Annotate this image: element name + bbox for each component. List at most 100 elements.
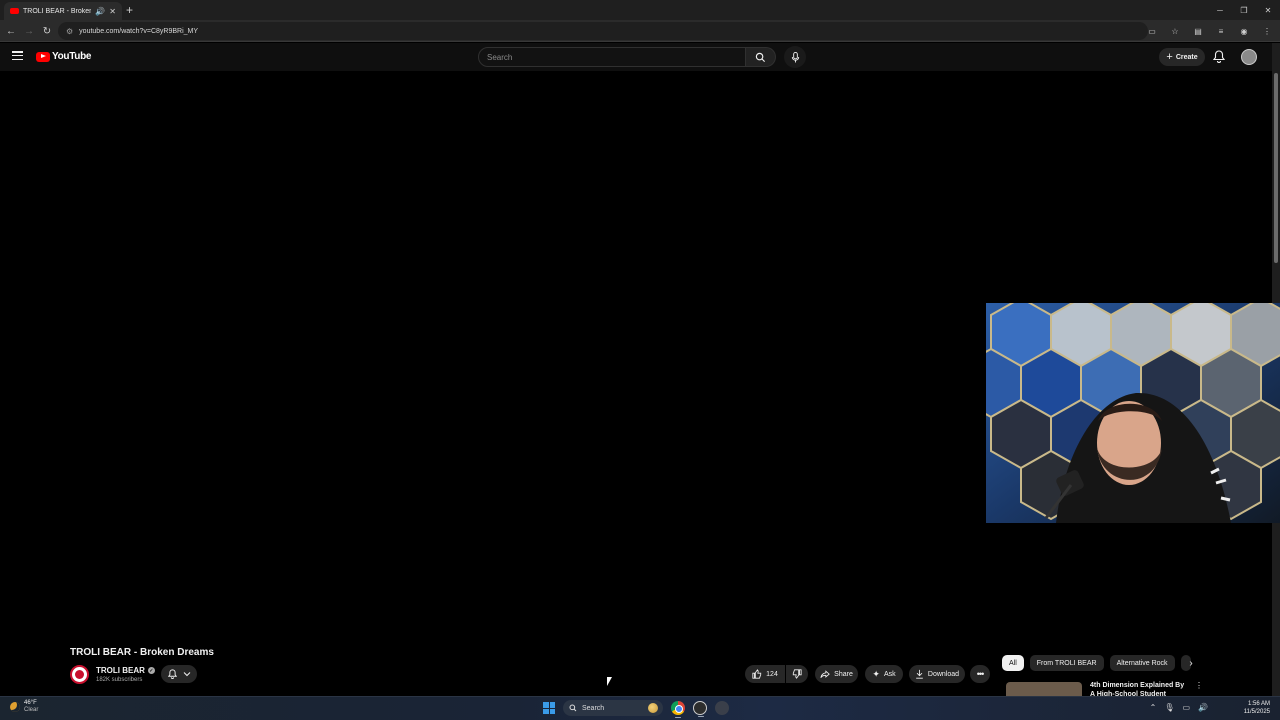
search-icon xyxy=(755,52,766,62)
sparkle-icon: ✦ xyxy=(872,668,880,679)
video-title: TROLI BEAR - Broken Dreams xyxy=(70,647,214,658)
recommendation-thumbnail[interactable] xyxy=(1006,682,1082,696)
tab-search-icon[interactable]: ≡ xyxy=(1214,24,1228,38)
windows-taskbar: 46°F Clear Search ⌃ 🎙 ▭ 🔊 1:56 AM 11/5/2… xyxy=(0,696,1280,720)
chevron-down-icon xyxy=(183,672,190,677)
ask-label: Ask xyxy=(883,670,896,678)
webcam-image xyxy=(986,303,1280,523)
close-tab-icon[interactable]: ✕ xyxy=(109,7,116,16)
cast-icon[interactable]: ▭ xyxy=(1145,24,1159,38)
chip-all[interactable]: All xyxy=(1002,655,1024,671)
create-label: Create xyxy=(1175,53,1198,61)
download-label: Download xyxy=(927,670,960,678)
system-tray: ⌃ 🎙 ▭ 🔊 xyxy=(1150,703,1208,712)
profile-icon[interactable]: ◉ xyxy=(1237,24,1251,38)
close-window-icon[interactable]: ✕ xyxy=(1256,0,1280,20)
channel-logo-icon xyxy=(75,670,84,679)
chips-next-chevron-icon[interactable]: › xyxy=(1184,655,1198,671)
microphone-icon xyxy=(791,51,799,63)
like-count: 124 xyxy=(766,670,778,678)
like-button[interactable]: 124 xyxy=(745,665,785,683)
tab-title: TROLI BEAR - Broken Dreams xyxy=(23,7,92,15)
clock-time: 1:56 AM xyxy=(1247,701,1270,707)
recommendation-menu-icon[interactable]: ⋮ xyxy=(1195,681,1203,690)
channel-name-text: TROLI BEAR xyxy=(96,666,145,675)
download-button[interactable]: Download xyxy=(909,665,965,683)
windows-start-icon[interactable] xyxy=(543,702,555,714)
webcam-overlay xyxy=(986,303,1280,523)
thumbs-up-icon xyxy=(752,669,762,679)
taskbar-search-label: Search xyxy=(582,704,605,712)
chip-alternative-rock[interactable]: Alternative Rock xyxy=(1109,655,1175,671)
scrollbar-thumb[interactable] xyxy=(1274,73,1278,263)
tray-overflow-chevron-icon[interactable]: ⌃ xyxy=(1150,703,1157,712)
create-button[interactable]: + Create xyxy=(1159,48,1205,66)
channel-avatar[interactable] xyxy=(70,665,89,684)
menu-icon[interactable] xyxy=(12,51,23,61)
more-horizontal-icon: ••• xyxy=(976,669,985,679)
dislike-button[interactable] xyxy=(786,665,808,683)
chrome-taskbar-icon[interactable] xyxy=(671,701,685,718)
share-icon xyxy=(820,669,830,678)
system-clock[interactable]: 1:56 AM 11/5/2025 xyxy=(1244,700,1270,716)
ask-button[interactable]: ✦ Ask xyxy=(865,665,903,683)
weather-condition: Clear xyxy=(24,707,39,713)
site-info-icon[interactable]: ⚙ xyxy=(66,27,73,36)
download-icon xyxy=(916,669,923,679)
share-button[interactable]: Share xyxy=(815,665,858,683)
taskbar-apps: Search xyxy=(543,700,729,718)
search-button[interactable] xyxy=(746,47,776,67)
account-avatar[interactable] xyxy=(1241,49,1257,65)
address-bar[interactable]: ⚙ youtube.com/watch?v=C8yR9BRi_MY xyxy=(58,22,1148,40)
search-icon xyxy=(569,704,577,712)
verified-check-icon: ✓ xyxy=(147,667,155,674)
url-text: youtube.com/watch?v=C8yR9BRi_MY xyxy=(79,27,199,35)
restore-icon[interactable]: ❐ xyxy=(1232,0,1256,20)
bell-icon xyxy=(1213,50,1225,63)
reload-icon[interactable]: ↻ xyxy=(40,24,54,38)
weather-widget[interactable]: 46°F Clear xyxy=(10,700,38,714)
moon-weather-icon xyxy=(10,702,20,712)
youtube-play-icon xyxy=(36,51,50,62)
app-taskbar-icon[interactable] xyxy=(715,701,729,715)
new-tab-button[interactable]: + xyxy=(126,3,133,17)
plus-icon: + xyxy=(1166,51,1173,63)
clock-date: 11/5/2025 xyxy=(1243,709,1270,715)
network-icon[interactable]: ▭ xyxy=(1182,703,1190,712)
obs-taskbar-icon[interactable] xyxy=(693,701,707,717)
search-input[interactable]: Search xyxy=(478,47,746,67)
browser-tab-bar: TROLI BEAR - Broken Dreams 🔊 ✕ + ─ ❐ ✕ xyxy=(0,0,1280,20)
browser-tab[interactable]: TROLI BEAR - Broken Dreams 🔊 ✕ xyxy=(4,2,122,20)
taskbar-search[interactable]: Search xyxy=(563,700,663,716)
thumbs-down-icon xyxy=(792,669,802,679)
minimize-icon[interactable]: ─ xyxy=(1208,0,1232,20)
youtube-wordmark: YouTube xyxy=(52,51,92,62)
sidepanel-icon[interactable]: ▤ xyxy=(1191,24,1205,38)
notifications-button[interactable] xyxy=(1213,50,1225,63)
microphone-tray-icon[interactable]: 🎙 xyxy=(1164,703,1174,712)
share-label: Share xyxy=(834,670,853,678)
subscribed-notifications-button[interactable] xyxy=(161,665,197,683)
toolbar-actions: ▭ ☆ ▤ ≡ ◉ ⋮ xyxy=(1145,24,1274,38)
window-controls: ─ ❐ ✕ xyxy=(1208,0,1280,20)
search-highlight-icon xyxy=(648,703,658,713)
back-icon[interactable]: ← xyxy=(4,24,18,38)
more-actions-button[interactable]: ••• xyxy=(970,665,990,683)
speaker-icon[interactable]: 🔊 xyxy=(95,7,105,16)
channel-name[interactable]: TROLI BEAR ✓ xyxy=(96,666,155,675)
weather-temperature: 46°F xyxy=(24,700,37,706)
browser-toolbar: ← → ↻ ⚙ youtube.com/watch?v=C8yR9BRi_MY … xyxy=(0,20,1280,42)
recommendation-title[interactable]: 4th Dimension Explained By A High-School… xyxy=(1090,681,1190,696)
recommendation-chips: All From TROLI BEAR Alternative Rock xyxy=(1002,655,1191,671)
chip-from-channel[interactable]: From TROLI BEAR xyxy=(1029,655,1104,671)
mouse-cursor-icon xyxy=(607,677,612,686)
chrome-menu-icon[interactable]: ⋮ xyxy=(1260,24,1274,38)
voice-search-button[interactable] xyxy=(784,46,806,68)
bell-icon xyxy=(167,669,177,679)
forward-icon[interactable]: → xyxy=(22,24,36,38)
subscriber-count: 182K subscribers xyxy=(96,677,143,683)
bookmark-star-icon[interactable]: ☆ xyxy=(1168,24,1182,38)
volume-icon[interactable]: 🔊 xyxy=(1198,703,1208,712)
youtube-favicon-icon xyxy=(10,8,19,14)
youtube-logo[interactable]: YouTube xyxy=(36,51,92,62)
